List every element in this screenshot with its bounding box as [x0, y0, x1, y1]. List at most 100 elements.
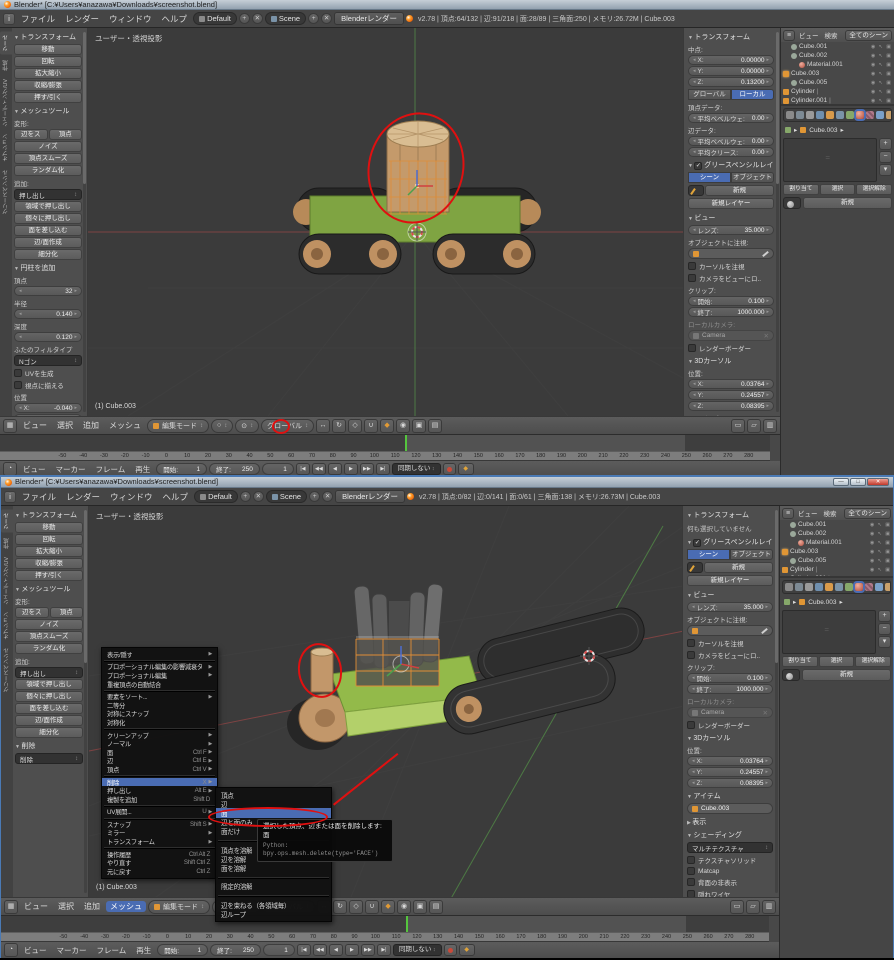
number-field[interactable]: Z:0.13200 [688, 77, 774, 87]
tool-shelf-tab[interactable]: シェーディング/UV [0, 76, 12, 130]
jump-to-prev-keyframe-button[interactable]: ◀◀ [313, 944, 327, 956]
viewport-menu[interactable]: メッシュ [106, 901, 146, 912]
checkbox[interactable] [687, 721, 695, 729]
delete-dropdown[interactable]: 削除 [15, 753, 83, 764]
lens-field[interactable]: レンズ:35.000 [687, 602, 773, 612]
timeline[interactable]: -50-40-30-20-100102030405060708090100110… [0, 434, 780, 460]
eyedropper-icon[interactable] [762, 250, 769, 256]
jump-to-next-keyframe-button[interactable]: ▶▶ [360, 463, 374, 475]
outliner-row[interactable]: Cylinder.001| ◉ ↖ ▣ [781, 96, 894, 104]
tool-button[interactable]: 面を差し込む [15, 703, 83, 714]
current-frame-field[interactable]: 1 [263, 944, 295, 956]
submenu-item[interactable]: 限定的溶解 [216, 882, 331, 891]
checkbox-row[interactable]: カーソルを注視 [687, 638, 773, 648]
jump-to-prev-keyframe-button[interactable]: ◀◀ [312, 463, 326, 475]
tool-shelf-tab[interactable]: グリースペンシル [0, 167, 12, 217]
play-button[interactable]: ▶ [344, 463, 358, 475]
layout-add-button[interactable]: + [240, 491, 251, 502]
layout-remove-button[interactable]: ✕ [252, 13, 263, 24]
viewport-render-icon[interactable]: ▤ [428, 419, 442, 433]
playhead[interactable] [406, 916, 408, 933]
viewport-3d[interactable]: ユーザー・透視投影 (1) Cube.003 [88, 28, 683, 416]
scene-filter-dropdown[interactable]: 全てのシーン [844, 508, 891, 519]
outliner-row[interactable]: Cube.002 ◉ ↖ ▣ [781, 51, 894, 60]
checkbox[interactable] [693, 539, 701, 547]
render-engine-selector[interactable]: Blenderレンダー [334, 12, 404, 25]
sync-dropdown[interactable]: 同期しない [392, 463, 441, 475]
record-button[interactable] [443, 463, 456, 475]
space-toggle[interactable]: グローバル [688, 89, 731, 100]
menu-item[interactable]: 辺 Ctrl E ▶ [102, 757, 217, 766]
tool-button[interactable]: 細分化 [15, 727, 83, 738]
tool-shelf-tab[interactable]: グリースペンシル [1, 645, 13, 695]
timeline-menu[interactable]: マーカー [52, 464, 90, 475]
menubar-menu[interactable]: ウィンドウ [106, 491, 157, 503]
visibility-icons[interactable]: ◉ ↖ ▣ [871, 53, 892, 59]
visibility-icons[interactable]: ◉ ↖ ▣ [871, 80, 892, 86]
pivot-dropdown[interactable]: ⊙↕ [235, 419, 259, 433]
frame-end-field[interactable]: 終了:250 [210, 944, 261, 956]
checkbox-row[interactable]: Matcap [687, 867, 773, 875]
tool-shelf-tab[interactable]: オプション [1, 609, 13, 643]
editor-type-icon[interactable]: ▦ [3, 419, 17, 433]
tab-physics-icon[interactable] [885, 583, 891, 591]
menu-item[interactable]: 二等分 [102, 701, 217, 710]
render-border-icon[interactable]: ▭ [731, 419, 745, 433]
outliner-menu[interactable]: ビュー [797, 30, 821, 40]
panel-header-3d-cursor[interactable]: 3Dカーソル [688, 356, 774, 366]
menu-item[interactable]: プロポーショナル編集 ▶ [102, 671, 217, 680]
shading-mode-dropdown[interactable]: マルチテクスチャ [687, 842, 773, 853]
outliner-row[interactable]: Cube.005 ◉ ↖ ▣ [781, 78, 894, 87]
checkbox[interactable] [688, 274, 696, 282]
slot-menu-button[interactable]: ▾ [878, 636, 891, 648]
tab-object-data-icon[interactable] [846, 111, 854, 119]
scene-add-button[interactable]: + [308, 13, 319, 24]
gp-source-toggle[interactable]: シーン [688, 172, 731, 183]
record-button[interactable] [444, 944, 457, 956]
tool-shelf-tab[interactable]: オプション [0, 131, 12, 165]
tool-button[interactable]: ランダム化 [15, 643, 83, 654]
occlude-geometry-icon[interactable]: ▣ [412, 419, 426, 433]
editor-type-icon[interactable]: ▦ [4, 900, 18, 914]
outliner-menu[interactable]: 検索 [822, 508, 839, 518]
menu-item[interactable]: トランスフォーム ▶ [102, 837, 217, 846]
gp-source-toggle[interactable]: オブジェクト [730, 549, 773, 560]
scrollbar[interactable] [83, 32, 86, 412]
submenu-item[interactable]: 頂点 [216, 790, 331, 799]
visibility-icons[interactable]: ◉ ↖ ▣ [870, 558, 891, 564]
number-field[interactable]: 終了:1000.000 [687, 684, 773, 694]
tool-button[interactable]: 押す/引く [14, 92, 82, 103]
extrude-dropdown[interactable]: 押し出し [14, 189, 82, 200]
tool-button[interactable]: 回転 [14, 56, 82, 67]
number-field[interactable]: Y:0.00000 [688, 66, 774, 76]
visibility-icons[interactable]: ◉ ↖ ▣ [870, 522, 891, 528]
tab-particles-icon[interactable] [875, 583, 883, 591]
opengl-render-icon[interactable]: ▥ [763, 419, 777, 433]
menu-item[interactable]: ノーマル ▶ [102, 739, 217, 748]
camera-view-icon[interactable]: ▱ [746, 900, 760, 914]
frame-start-field[interactable]: 開始:1 [157, 944, 208, 956]
eyedropper-icon[interactable] [761, 627, 768, 633]
number-field[interactable]: X:-0.040 [14, 403, 82, 413]
tab-modifiers-icon[interactable] [835, 583, 843, 591]
number-field[interactable]: Y:0.24557 [688, 390, 774, 400]
material-browse-icon[interactable] [782, 669, 800, 681]
number-field[interactable]: X:0.00000 [688, 55, 774, 65]
panel-header-transform[interactable]: トランスフォーム [688, 32, 774, 42]
snap-magnet-icon[interactable]: ∪ [365, 900, 379, 914]
outliner-editor-icon[interactable]: ≡ [783, 30, 795, 41]
panel-header-shading[interactable]: シェーディング [687, 830, 773, 840]
tool-shelf-tab[interactable]: シェーディング/UV [1, 554, 13, 608]
panel-header-grease-pencil[interactable]: グリースペンシルレイ [688, 160, 774, 170]
viewport-render-icon[interactable]: ▤ [429, 900, 443, 914]
checkbox[interactable] [687, 651, 695, 659]
panel-header-add-cylinder[interactable]: 円柱を追加 [14, 263, 82, 273]
menubar-menu[interactable]: ファイル [17, 13, 59, 25]
tool-button[interactable]: ノイズ [14, 141, 82, 152]
scene-filter-dropdown[interactable]: 全てのシーン [845, 30, 892, 41]
visibility-icons[interactable]: ◉ ↖ ▣ [871, 62, 892, 68]
checkbox[interactable] [687, 639, 695, 647]
timeline-ruler[interactable]: -50-40-30-20-100102030405060708090100110… [0, 451, 770, 460]
checkbox[interactable] [687, 890, 695, 897]
visibility-icons[interactable]: ◉ ↖ ▣ [870, 540, 891, 546]
